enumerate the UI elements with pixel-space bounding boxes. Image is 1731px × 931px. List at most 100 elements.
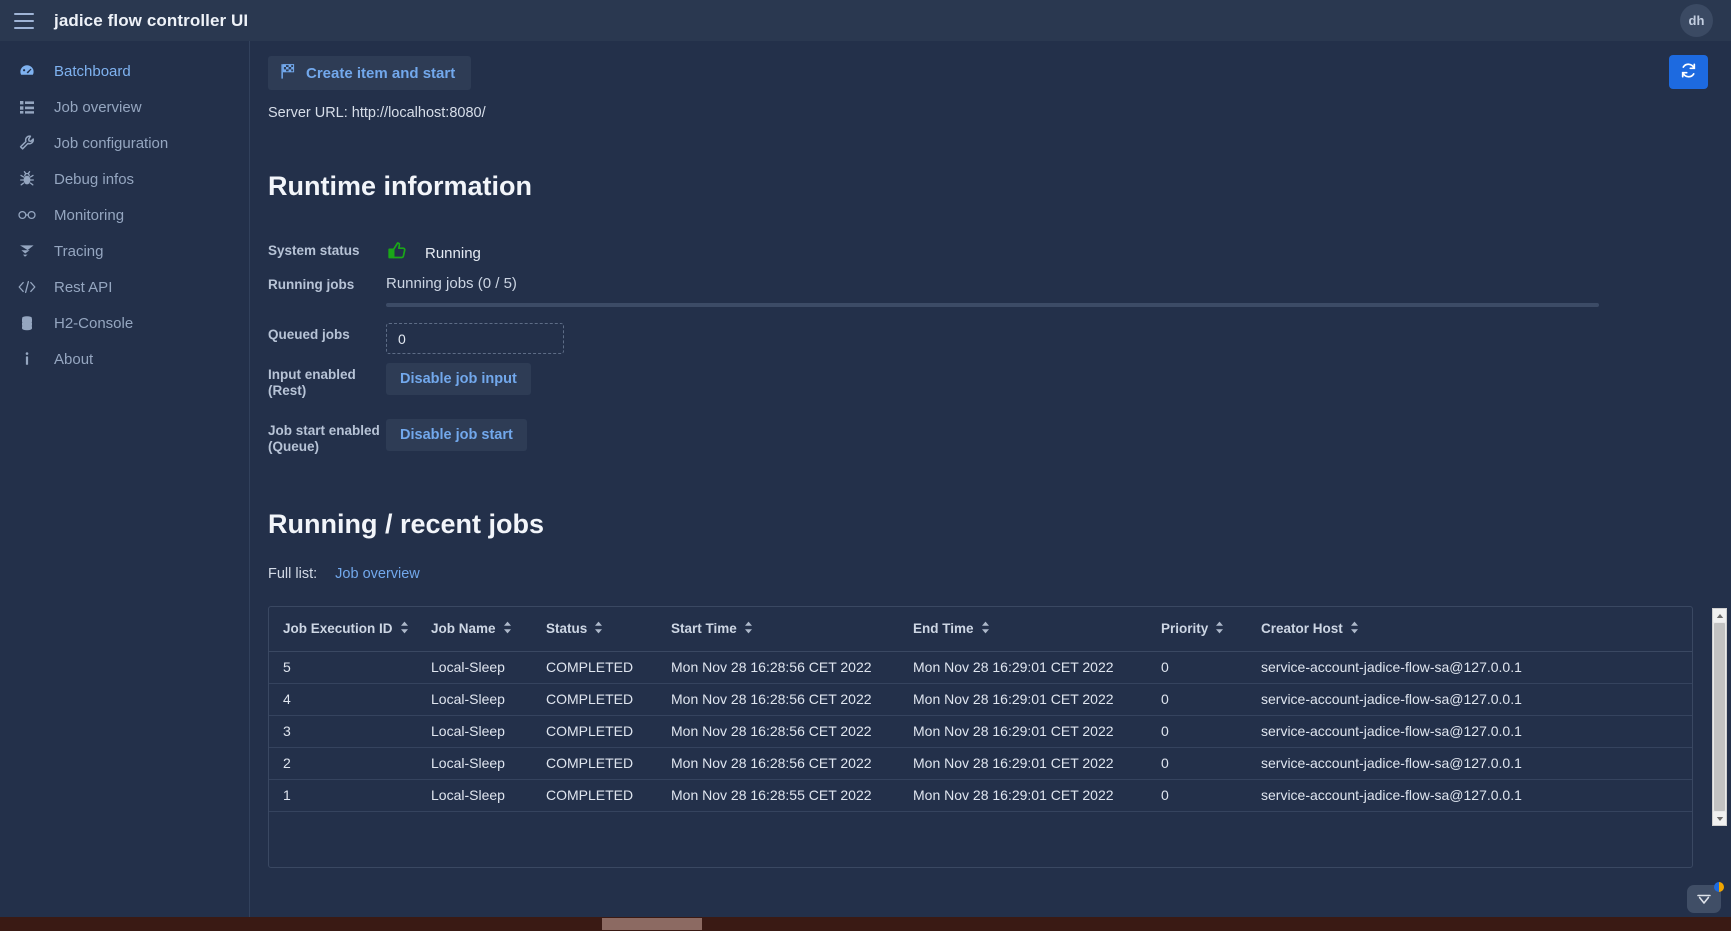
server-url: Server URL: http://localhost:8080/ bbox=[268, 105, 486, 121]
cell-job-name: Local-Sleep bbox=[417, 779, 532, 812]
glasses-icon bbox=[14, 205, 40, 225]
wrench-icon bbox=[14, 133, 40, 153]
sidebar-item-label: Batchboard bbox=[54, 62, 131, 80]
dashboard-icon bbox=[14, 61, 40, 81]
sidebar-item-label: Job overview bbox=[54, 98, 142, 116]
sort-arrows-icon[interactable] bbox=[594, 621, 603, 637]
system-status-label: System status bbox=[268, 243, 360, 258]
sidebar-item-batchboard[interactable]: Batchboard bbox=[0, 53, 249, 89]
cell-end-time: Mon Nov 28 16:29:01 CET 2022 bbox=[899, 651, 1147, 684]
sidebar-item-tracing[interactable]: Tracing bbox=[0, 233, 249, 269]
code-icon bbox=[14, 277, 40, 297]
disable-job-start-button[interactable]: Disable job start bbox=[386, 419, 527, 451]
info-icon bbox=[14, 349, 40, 369]
sort-arrows-icon[interactable] bbox=[1350, 621, 1359, 637]
jobs-table-header-cell[interactable]: End Time bbox=[899, 607, 1147, 652]
refresh-icon bbox=[1679, 61, 1698, 83]
column-label: Priority bbox=[1161, 621, 1209, 637]
notification-fab-button[interactable] bbox=[1687, 882, 1724, 913]
job-start-enabled-row: Job start enabled (Queue) Disable job st… bbox=[268, 419, 1598, 455]
cell-creator-host: service-account-jadice-flow-sa@127.0.0.1 bbox=[1247, 747, 1692, 780]
sidebar-item-monitoring[interactable]: Monitoring bbox=[0, 197, 249, 233]
sidebar-item-job-configuration[interactable]: Job configuration bbox=[0, 125, 249, 161]
table-row[interactable]: 3 Local-Sleep COMPLETED Mon Nov 28 16:28:56… bbox=[269, 715, 1692, 748]
scrollbar-thumb[interactable] bbox=[602, 918, 702, 930]
disable-job-input-button[interactable]: Disable job input bbox=[386, 363, 531, 395]
sort-arrows-icon[interactable] bbox=[400, 621, 409, 637]
create-item-and-start-button[interactable]: Create item and start bbox=[268, 56, 472, 90]
jobs-table-header-cell[interactable]: Job Name bbox=[417, 607, 532, 652]
list-icon bbox=[14, 97, 40, 117]
job-overview-link[interactable]: Job overview bbox=[335, 566, 420, 582]
hamburger-icon[interactable] bbox=[14, 12, 34, 29]
jobs-table-header-cell[interactable]: Creator Host bbox=[1247, 607, 1692, 652]
top-bar: jadice flow controller UI dh bbox=[0, 0, 1731, 41]
queued-jobs-label: Queued jobs bbox=[268, 327, 350, 342]
avatar[interactable]: dh bbox=[1680, 4, 1713, 37]
job-start-enabled-label: Job start enabled (Queue) bbox=[268, 423, 380, 454]
table-row[interactable]: 2 Local-Sleep COMPLETED Mon Nov 28 16:28:56… bbox=[269, 747, 1692, 780]
sort-arrows-icon[interactable] bbox=[981, 621, 990, 637]
sidebar-item-label: Monitoring bbox=[54, 206, 125, 224]
create-item-and-start-label: Create item and start bbox=[306, 64, 456, 82]
cell-priority: 0 bbox=[1147, 715, 1247, 748]
sidebar-item-label: Job configuration bbox=[54, 134, 169, 152]
cell-job-name: Local-Sleep bbox=[417, 683, 532, 716]
cell-job-execution-id: 5 bbox=[269, 651, 417, 684]
scroll-down-arrow-icon[interactable] bbox=[1713, 812, 1726, 825]
jobs-table-header-cell[interactable]: Status bbox=[532, 607, 657, 652]
column-label: Start Time bbox=[671, 621, 737, 637]
scroll-up-arrow-icon[interactable] bbox=[1713, 609, 1726, 622]
bug-icon bbox=[14, 169, 40, 189]
jobs-table-header-cell[interactable]: Priority bbox=[1147, 607, 1247, 652]
app-title: jadice flow controller UI bbox=[54, 10, 249, 30]
cell-priority: 0 bbox=[1147, 651, 1247, 684]
cell-priority: 0 bbox=[1147, 747, 1247, 780]
sidebar-item-label: Rest API bbox=[54, 278, 113, 296]
database-icon bbox=[14, 313, 40, 333]
cell-job-name: Local-Sleep bbox=[417, 651, 532, 684]
sidebar-item-job-overview[interactable]: Job overview bbox=[0, 89, 249, 125]
table-row[interactable]: 4 Local-Sleep COMPLETED Mon Nov 28 16:28:56… bbox=[269, 683, 1692, 716]
system-status-value: Running bbox=[425, 244, 481, 262]
runtime-information-title: Runtime information bbox=[268, 171, 532, 201]
table-row[interactable]: 1 Local-Sleep COMPLETED Mon Nov 28 16:28:55… bbox=[269, 779, 1692, 812]
cell-end-time: Mon Nov 28 16:29:01 CET 2022 bbox=[899, 779, 1147, 812]
tracing-icon bbox=[14, 241, 40, 261]
queued-jobs-input[interactable] bbox=[386, 323, 564, 354]
jobs-table-header-cell[interactable]: Job Execution ID bbox=[269, 607, 417, 652]
running-jobs-label: Running jobs bbox=[268, 277, 355, 292]
app-root: jadice flow controller UI dh Batchboard … bbox=[0, 0, 1731, 931]
sidebar-item-rest-api[interactable]: Rest API bbox=[0, 269, 249, 305]
table-vertical-scrollbar[interactable] bbox=[1712, 608, 1727, 826]
cell-job-execution-id: 1 bbox=[269, 779, 417, 812]
input-enabled-label: Input enabled (Rest) bbox=[268, 367, 356, 398]
cell-status: COMPLETED bbox=[532, 779, 657, 812]
status-dot bbox=[1714, 882, 1724, 892]
cell-start-time: Mon Nov 28 16:28:56 CET 2022 bbox=[657, 651, 899, 684]
refresh-button[interactable] bbox=[1669, 55, 1708, 89]
scrollbar-thumb[interactable] bbox=[1714, 623, 1725, 811]
cell-start-time: Mon Nov 28 16:28:55 CET 2022 bbox=[657, 779, 899, 812]
full-list-row: Full list: Job overview bbox=[268, 566, 420, 582]
input-enabled-row: Input enabled (Rest) Disable job input bbox=[268, 363, 1598, 399]
sidebar-item-debug-infos[interactable]: Debug infos bbox=[0, 161, 249, 197]
page-horizontal-scrollbar[interactable] bbox=[0, 917, 1731, 931]
table-row[interactable]: 5 Local-Sleep COMPLETED Mon Nov 28 16:28:56… bbox=[269, 651, 1692, 684]
running-jobs-row: Running jobs Running jobs (0 / 5) bbox=[268, 273, 1599, 307]
queued-jobs-row: Queued jobs bbox=[268, 323, 1598, 354]
cell-end-time: Mon Nov 28 16:29:01 CET 2022 bbox=[899, 715, 1147, 748]
sort-arrows-icon[interactable] bbox=[744, 621, 753, 637]
cell-start-time: Mon Nov 28 16:28:56 CET 2022 bbox=[657, 747, 899, 780]
cell-job-execution-id: 4 bbox=[269, 683, 417, 716]
cell-start-time: Mon Nov 28 16:28:56 CET 2022 bbox=[657, 715, 899, 748]
cell-status: COMPLETED bbox=[532, 651, 657, 684]
jobs-table-header-cell[interactable]: Start Time bbox=[657, 607, 899, 652]
cell-status: COMPLETED bbox=[532, 715, 657, 748]
sort-arrows-icon[interactable] bbox=[1215, 621, 1224, 637]
main-content: Create item and start Server URL: http:/… bbox=[250, 41, 1731, 931]
sidebar-item-h2-console[interactable]: H2-Console bbox=[0, 305, 249, 341]
column-label: Job Name bbox=[431, 621, 496, 637]
sidebar-item-about[interactable]: About bbox=[0, 341, 249, 377]
sort-arrows-icon[interactable] bbox=[503, 621, 512, 637]
